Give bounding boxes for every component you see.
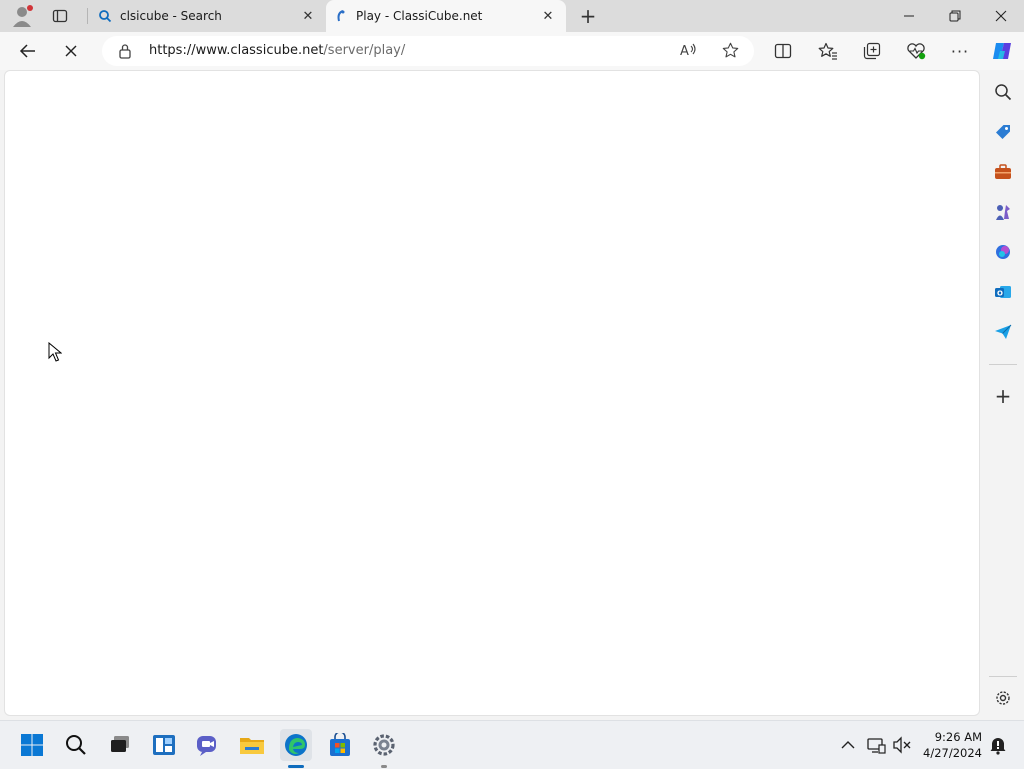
profile-icon[interactable] [8,2,38,30]
microsoft-365-icon[interactable] [989,238,1017,266]
close-tab-icon[interactable]: ✕ [298,6,318,26]
classicube-favicon-icon [334,9,348,23]
network-icon[interactable] [866,735,886,755]
page-content[interactable] [4,70,980,716]
stop-loading-icon[interactable] [57,37,85,65]
clock-time: 9:26 AM [934,730,982,744]
url-text[interactable]: https://www.classicube.net/server/play/ [149,43,405,58]
widgets-icon[interactable] [148,729,180,761]
chat-teams-icon[interactable] [192,729,224,761]
tab-search[interactable]: clsicube - Search ✕ [90,0,326,32]
tab-title: Play - ClassiCube.net [356,9,483,23]
close-tab-icon[interactable]: ✕ [538,6,558,26]
taskbar-search-icon[interactable] [60,729,92,761]
tab-title: clsicube - Search [120,9,222,23]
search-icon [98,9,112,23]
settings-gear-icon[interactable] [368,729,400,761]
toolbar: https://www.classicube.net/server/play/ … [0,32,1024,70]
sidebar-divider [989,676,1017,677]
close-window-icon[interactable] [978,0,1024,32]
shopping-tag-icon[interactable] [989,118,1017,146]
svg-text:O: O [997,290,1003,298]
microsoft-store-icon[interactable] [324,729,356,761]
show-hidden-icons-chevron-up-icon[interactable] [838,735,858,755]
taskbar-clock[interactable]: 9:26 AM 4/27/2024 [923,729,982,761]
edge-taskbar-icon[interactable] [280,729,312,761]
sidebar-settings-gear-icon[interactable] [989,684,1017,712]
collections-icon[interactable] [858,37,886,65]
clock-date: 4/27/2024 [923,746,982,760]
start-windows-icon[interactable] [16,729,48,761]
lock-icon[interactable] [118,43,132,62]
sidebar-search-icon[interactable] [989,78,1017,106]
games-chess-icon[interactable] [989,198,1017,226]
favorites-icon[interactable] [814,37,842,65]
edge-sidebar: O + [982,70,1024,716]
notifications-icon[interactable] [988,735,1008,755]
split-screen-icon[interactable] [769,37,797,65]
browser-essentials-icon[interactable] [902,37,930,65]
add-sidebar-app-icon[interactable]: + [989,382,1017,410]
new-tab-icon[interactable]: + [576,4,600,28]
tab-divider [87,8,88,24]
url-host: https://www.classicube.net [149,43,324,58]
minimize-icon[interactable] [886,0,932,32]
tab-play-classicube[interactable]: Play - ClassiCube.net ✕ [326,0,566,32]
send-drop-icon[interactable] [989,318,1017,346]
tools-briefcase-icon[interactable] [989,158,1017,186]
file-explorer-icon[interactable] [236,729,268,761]
restore-icon[interactable] [932,0,978,32]
taskbar: 9:26 AM 4/27/2024 [0,720,1024,769]
volume-muted-icon[interactable] [892,735,912,755]
tab-actions-icon[interactable] [48,4,72,28]
tab-strip: clsicube - Search ✕ Play - ClassiCube.ne… [0,0,1024,32]
task-view-icon[interactable] [104,729,136,761]
url-path: /server/play/ [323,43,406,58]
mouse-cursor-icon [48,341,63,365]
back-icon[interactable] [14,37,42,65]
outlook-icon[interactable]: O [989,278,1017,306]
address-bar[interactable]: https://www.classicube.net/server/play/ … [102,36,754,66]
sidebar-divider [989,364,1017,365]
svg-text:A: A [680,44,689,58]
copilot-icon[interactable] [988,37,1016,65]
favorite-star-icon[interactable] [722,42,739,62]
read-aloud-icon[interactable]: A [680,42,698,61]
more-options-icon[interactable]: ··· [946,37,974,65]
